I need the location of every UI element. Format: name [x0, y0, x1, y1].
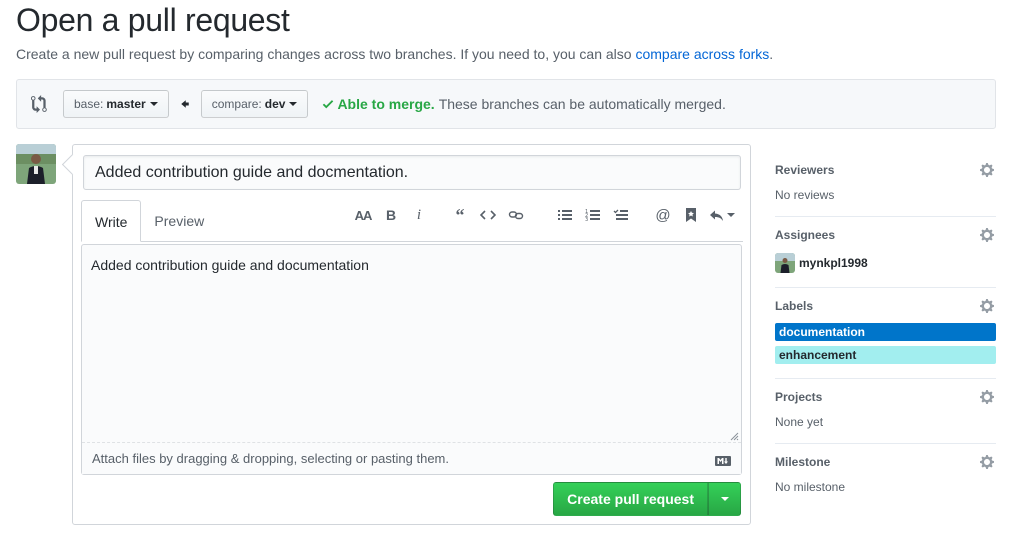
git-compare-icon [31, 95, 47, 113]
sidebar-milestone[interactable]: Milestone No milestone [775, 444, 996, 508]
base-branch-select[interactable]: base: master [63, 90, 169, 118]
user-avatar-image [775, 253, 795, 273]
svg-text:3: 3 [585, 217, 588, 223]
compare-value: dev [264, 97, 286, 111]
chevron-down-icon [149, 102, 158, 106]
branch-range-bar: base: master compare: dev Able to merge.… [16, 79, 996, 129]
markdown-icon[interactable] [715, 456, 731, 466]
saved-reply-icon[interactable] [677, 205, 705, 225]
sidebar: Reviewers No reviews Assignees mynkpl199… [775, 152, 996, 508]
sidebar-labels[interactable]: Labels documentation enhancement [775, 288, 996, 379]
sidebar-assignees[interactable]: Assignees mynkpl1998 [775, 217, 996, 288]
tab-preview[interactable]: Preview [141, 200, 217, 242]
bold-icon[interactable]: B [377, 205, 405, 225]
label-documentation[interactable]: documentation [775, 323, 996, 341]
base-value: master [106, 97, 146, 111]
avatar [775, 253, 795, 273]
pr-title-input[interactable] [83, 155, 741, 190]
labels-list: documentation enhancement [775, 323, 996, 364]
chevron-down-icon [720, 497, 729, 501]
sidebar-projects[interactable]: Projects None yet [775, 379, 996, 444]
tab-divider [81, 241, 743, 242]
markdown-toolbar: AA B i [349, 205, 433, 225]
gear-icon[interactable] [980, 298, 996, 314]
chevron-down-icon [289, 102, 298, 106]
check-icon [323, 100, 334, 109]
projects-value: None yet [775, 415, 824, 429]
label-enhancement[interactable]: enhancement [775, 346, 996, 364]
page-title: Open a pull request [16, 2, 290, 38]
mention-icon[interactable]: @ [649, 205, 677, 225]
sidebar-reviewers[interactable]: Reviewers No reviews [775, 152, 996, 217]
gear-icon[interactable] [980, 162, 996, 178]
projects-heading: Projects [775, 390, 823, 404]
gear-icon[interactable] [980, 454, 996, 470]
subtitle-end: . [769, 46, 774, 62]
code-icon[interactable] [474, 205, 502, 225]
pull-request-composer: Write Preview AA B i “ 123 @ Added contr… [72, 144, 751, 525]
chevron-down-icon [727, 213, 735, 217]
submit-options-button[interactable] [708, 482, 741, 516]
milestone-heading: Milestone [775, 455, 831, 469]
user-avatar-image [16, 144, 56, 184]
tab-write[interactable]: Write [81, 200, 142, 242]
avatar[interactable] [16, 144, 56, 184]
compare-across-forks-link[interactable]: compare across forks [635, 46, 769, 62]
comment-body-text[interactable]: Added contribution guide and documentati… [91, 257, 369, 273]
milestone-value: No milestone [775, 480, 846, 494]
header-icon[interactable]: AA [349, 205, 377, 225]
assignees-heading: Assignees [775, 228, 836, 242]
link-icon[interactable] [502, 205, 530, 225]
attach-files-text: Attach files by dragging & dropping, sel… [92, 451, 449, 466]
ordered-list-icon[interactable]: 123 [579, 205, 607, 225]
italic-icon[interactable]: i [405, 205, 433, 225]
submit-group: Create pull request [553, 482, 741, 516]
page-subtitle: Create a new pull request by comparing c… [16, 46, 773, 62]
reviewers-value: No reviews [775, 188, 835, 202]
markdown-toolbar-lists: 123 [551, 205, 635, 225]
quote-icon[interactable]: “ [446, 205, 474, 225]
merge-description: These branches can be automatically merg… [438, 96, 726, 112]
gear-icon[interactable] [980, 389, 996, 405]
comment-body-editor[interactable]: Added contribution guide and documentati… [81, 244, 742, 475]
unordered-list-icon[interactable] [551, 205, 579, 225]
base-label: base: [74, 97, 104, 111]
compare-label: compare: [211, 97, 262, 111]
compare-branch-select[interactable]: compare: dev [200, 90, 309, 118]
editor-tabs: Write Preview [81, 200, 217, 242]
assignee-item[interactable]: mynkpl1998 [775, 253, 996, 273]
task-list-icon[interactable] [607, 205, 635, 225]
reviewers-heading: Reviewers [775, 163, 835, 177]
merge-ok-text: Able to merge. [337, 96, 435, 112]
markdown-toolbar-block: “ [446, 205, 530, 225]
reply-icon[interactable] [705, 205, 739, 225]
attach-files-bar[interactable]: Attach files by dragging & dropping, sel… [82, 442, 741, 474]
assignee-username: mynkpl1998 [799, 256, 868, 270]
subtitle-text: Create a new pull request by comparing c… [16, 46, 636, 62]
arrow-left-icon [180, 100, 189, 108]
resize-handle-icon[interactable] [729, 431, 739, 441]
gear-icon[interactable] [980, 227, 996, 243]
create-pull-request-button[interactable]: Create pull request [553, 482, 708, 516]
labels-heading: Labels [775, 299, 814, 313]
markdown-toolbar-extra: @ [649, 205, 739, 225]
merge-status: Able to merge. These branches can be aut… [322, 96, 726, 112]
